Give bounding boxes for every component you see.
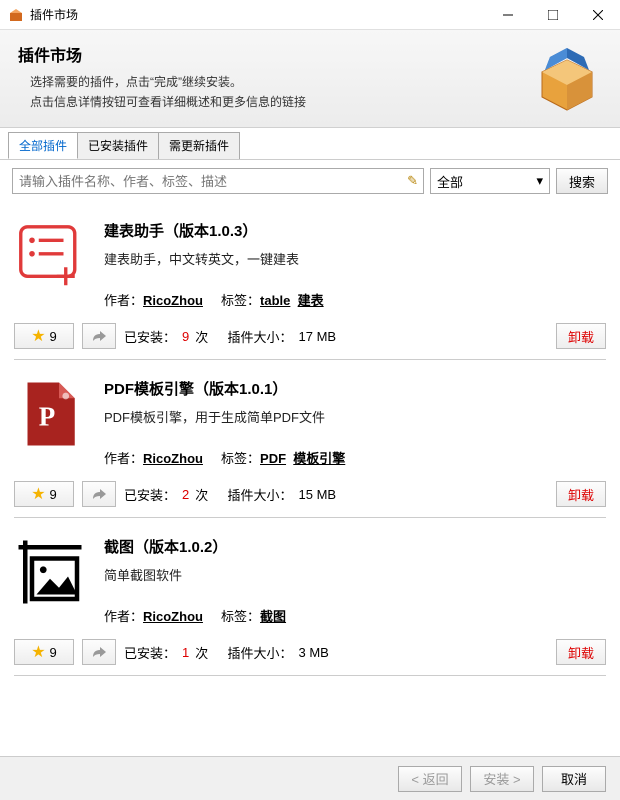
plugin-item: 截图（版本1.0.2） 简单截图软件 作者：RicoZhou 标签：截图 ★9 …	[14, 518, 606, 676]
cancel-button[interactable]: 取消	[542, 766, 606, 792]
plugin-title: 截图（版本1.0.2）	[104, 536, 606, 557]
plugin-icon	[14, 536, 86, 608]
share-icon	[91, 645, 107, 659]
chevron-down-icon: ▾	[536, 173, 543, 189]
plugin-meta: 作者：RicoZhou 标签：table 建表	[104, 290, 606, 309]
header-subtitle-1: 选择需要的插件，点击“完成”继续安装。	[18, 72, 532, 92]
star-icon: ★	[31, 642, 45, 662]
install-info: 已安装：1次 插件大小：3 MB	[124, 643, 329, 662]
filter-value: 全部	[437, 172, 463, 191]
author-link[interactable]: RicoZhou	[143, 293, 203, 308]
tab-all[interactable]: 全部插件	[8, 132, 78, 159]
install-button[interactable]: 安装 >	[470, 766, 534, 792]
header: 插件市场 选择需要的插件，点击“完成”继续安装。 点击信息详情按钮可查看详细概述…	[0, 30, 620, 128]
tag-link[interactable]: PDF	[260, 451, 286, 466]
close-button[interactable]	[575, 0, 620, 30]
share-icon	[91, 329, 107, 343]
box-icon	[532, 42, 602, 115]
star-button[interactable]: ★9	[14, 323, 74, 349]
search-button[interactable]: 搜索	[556, 168, 608, 194]
plugin-desc: PDF模板引擎，用于生成简单PDF文件	[104, 407, 606, 426]
plugin-desc: 建表助手，中文转英文，一键建表	[104, 249, 606, 268]
plugin-title: PDF模板引擎（版本1.0.1）	[104, 378, 606, 399]
star-count: 9	[50, 645, 57, 660]
plugin-icon	[14, 220, 86, 292]
back-button[interactable]: < 返回	[398, 766, 462, 792]
share-icon	[91, 487, 107, 501]
plugin-meta: 作者：RicoZhou 标签：截图	[104, 606, 606, 625]
uninstall-button[interactable]: 卸载	[556, 639, 606, 665]
window-title: 插件市场	[30, 6, 485, 23]
author-link[interactable]: RicoZhou	[143, 609, 203, 624]
install-info: 已安装：2次 插件大小：15 MB	[124, 485, 336, 504]
share-button[interactable]	[82, 481, 116, 507]
header-title: 插件市场	[18, 42, 532, 66]
plugin-item: 建表助手（版本1.0.3） 建表助手，中文转英文，一键建表 作者：RicoZho…	[14, 202, 606, 360]
footer: < 返回 安装 > 取消	[0, 756, 620, 800]
plugin-title: 建表助手（版本1.0.3）	[104, 220, 606, 241]
maximize-button[interactable]	[530, 0, 575, 30]
titlebar: 插件市场	[0, 0, 620, 30]
tag-link[interactable]: 模板引擎	[293, 451, 345, 466]
share-button[interactable]	[82, 639, 116, 665]
search-row: ✎ 全部 ▾ 搜索	[0, 159, 620, 202]
star-icon: ★	[31, 484, 45, 504]
star-icon: ★	[31, 326, 45, 346]
search-input[interactable]	[12, 168, 424, 194]
app-icon	[8, 7, 24, 23]
tag-link[interactable]: 截图	[260, 609, 286, 624]
uninstall-button[interactable]: 卸载	[556, 323, 606, 349]
plugin-icon: P	[14, 378, 86, 450]
tab-bar: 全部插件 已安装插件 需更新插件	[0, 128, 620, 159]
header-subtitle-2: 点击信息详情按钮可查看详细概述和更多信息的链接	[18, 92, 532, 112]
plugin-desc: 简单截图软件	[104, 565, 606, 584]
window-controls	[485, 0, 620, 30]
tab-updates[interactable]: 需更新插件	[158, 132, 240, 159]
star-count: 9	[50, 487, 57, 502]
star-count: 9	[50, 329, 57, 344]
plugin-item: P PDF模板引擎（版本1.0.1） PDF模板引擎，用于生成简单PDF文件 作…	[14, 360, 606, 518]
plugin-meta: 作者：RicoZhou 标签：PDF 模板引擎	[104, 448, 606, 467]
minimize-button[interactable]	[485, 0, 530, 30]
tag-link[interactable]: table	[260, 293, 290, 308]
plugin-list: 建表助手（版本1.0.3） 建表助手，中文转英文，一键建表 作者：RicoZho…	[0, 202, 620, 676]
tag-link[interactable]: 建表	[298, 293, 324, 308]
star-button[interactable]: ★9	[14, 639, 74, 665]
uninstall-button[interactable]: 卸载	[556, 481, 606, 507]
tab-installed[interactable]: 已安装插件	[77, 132, 159, 159]
svg-text:P: P	[39, 401, 56, 431]
filter-select[interactable]: 全部 ▾	[430, 168, 550, 194]
author-link[interactable]: RicoZhou	[143, 451, 203, 466]
install-info: 已安装：9次 插件大小：17 MB	[124, 327, 336, 346]
share-button[interactable]	[82, 323, 116, 349]
star-button[interactable]: ★9	[14, 481, 74, 507]
pencil-icon: ✎	[407, 173, 418, 189]
